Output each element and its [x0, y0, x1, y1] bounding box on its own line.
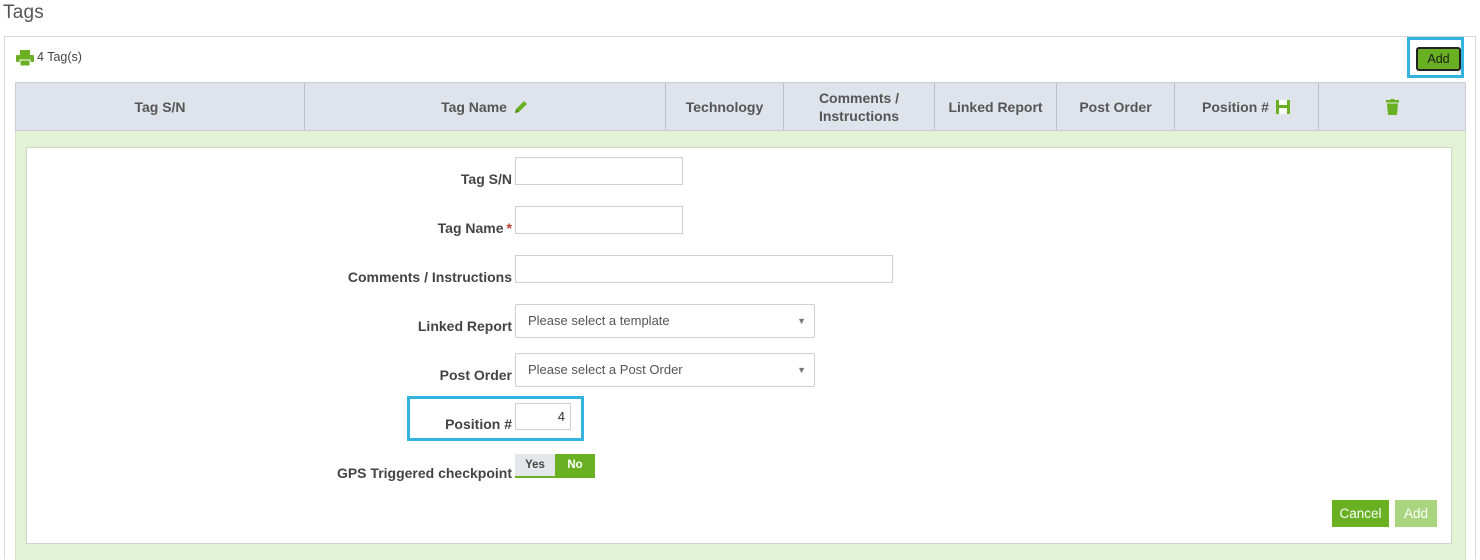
add-tag-area: Tag S/N Tag Name * Comments / Instruction…: [15, 131, 1466, 560]
page-title: Tags: [3, 2, 44, 23]
add-tag-button[interactable]: Add: [1416, 47, 1461, 71]
required-mark: *: [506, 220, 512, 236]
column-post-order[interactable]: Post Order: [1057, 83, 1175, 130]
printer-icon[interactable]: [16, 50, 34, 66]
column-comments[interactable]: Comments / Instructions: [784, 83, 935, 130]
save-icon[interactable]: [1275, 99, 1291, 115]
column-label: Linked Report: [948, 98, 1043, 115]
column-delete[interactable]: [1319, 83, 1465, 130]
add-button[interactable]: Add: [1395, 500, 1437, 527]
comments-label: Comments / Instructions: [347, 269, 512, 285]
column-label: Tag Name: [441, 98, 507, 115]
trash-icon[interactable]: [1385, 98, 1399, 115]
comments-input[interactable]: [515, 255, 893, 283]
cancel-button[interactable]: Cancel: [1332, 500, 1389, 527]
column-label: Comments / Instructions: [818, 89, 900, 124]
pencil-icon[interactable]: [513, 99, 529, 115]
post-order-select[interactable]: Please select a Post Order ▼: [515, 353, 815, 387]
position-label: Position #: [445, 416, 512, 432]
gps-label: GPS Triggered checkpoint: [336, 465, 512, 481]
column-label: Position #: [1202, 98, 1269, 115]
panel-header: 4 Tag(s) Add: [5, 37, 1475, 81]
tag-sn-input[interactable]: [515, 157, 683, 185]
add-tag-form: Tag S/N Tag Name * Comments / Instruction…: [26, 147, 1452, 544]
linked-report-select[interactable]: Please select a template ▼: [515, 304, 815, 338]
gps-no-option[interactable]: No: [555, 454, 595, 476]
table-header: Tag S/N Tag Name Technology Comments / I…: [15, 82, 1466, 131]
tag-name-label-text: Tag Name: [437, 220, 504, 236]
post-order-selected: Please select a Post Order: [528, 362, 683, 377]
gps-yes-option[interactable]: Yes: [515, 454, 555, 476]
tag-count: 4 Tag(s): [37, 50, 82, 64]
chevron-down-icon: ▼: [797, 316, 806, 326]
position-input[interactable]: 4: [515, 403, 571, 430]
tag-sn-label: Tag S/N: [460, 171, 512, 187]
gps-toggle[interactable]: Yes No: [515, 454, 595, 478]
column-technology[interactable]: Technology: [666, 83, 784, 130]
column-position[interactable]: Position #: [1175, 83, 1319, 130]
column-label: Tag S/N: [134, 98, 186, 115]
tag-name-input[interactable]: [515, 206, 683, 234]
linked-report-selected: Please select a template: [528, 313, 670, 328]
column-tag-name[interactable]: Tag Name: [305, 83, 666, 130]
add-button-highlight: Add: [1407, 37, 1464, 78]
tags-panel: 4 Tag(s) Add Tag S/N Tag Name Technology…: [4, 36, 1476, 560]
column-tag-sn[interactable]: Tag S/N: [16, 83, 305, 130]
linked-report-label: Linked Report: [417, 318, 512, 334]
column-label: Post Order: [1079, 98, 1152, 115]
column-linked-report[interactable]: Linked Report: [935, 83, 1057, 130]
post-order-label: Post Order: [439, 367, 512, 383]
tag-name-label: Tag Name *: [212, 220, 512, 236]
chevron-down-icon: ▼: [797, 365, 806, 375]
column-label: Technology: [685, 98, 764, 115]
